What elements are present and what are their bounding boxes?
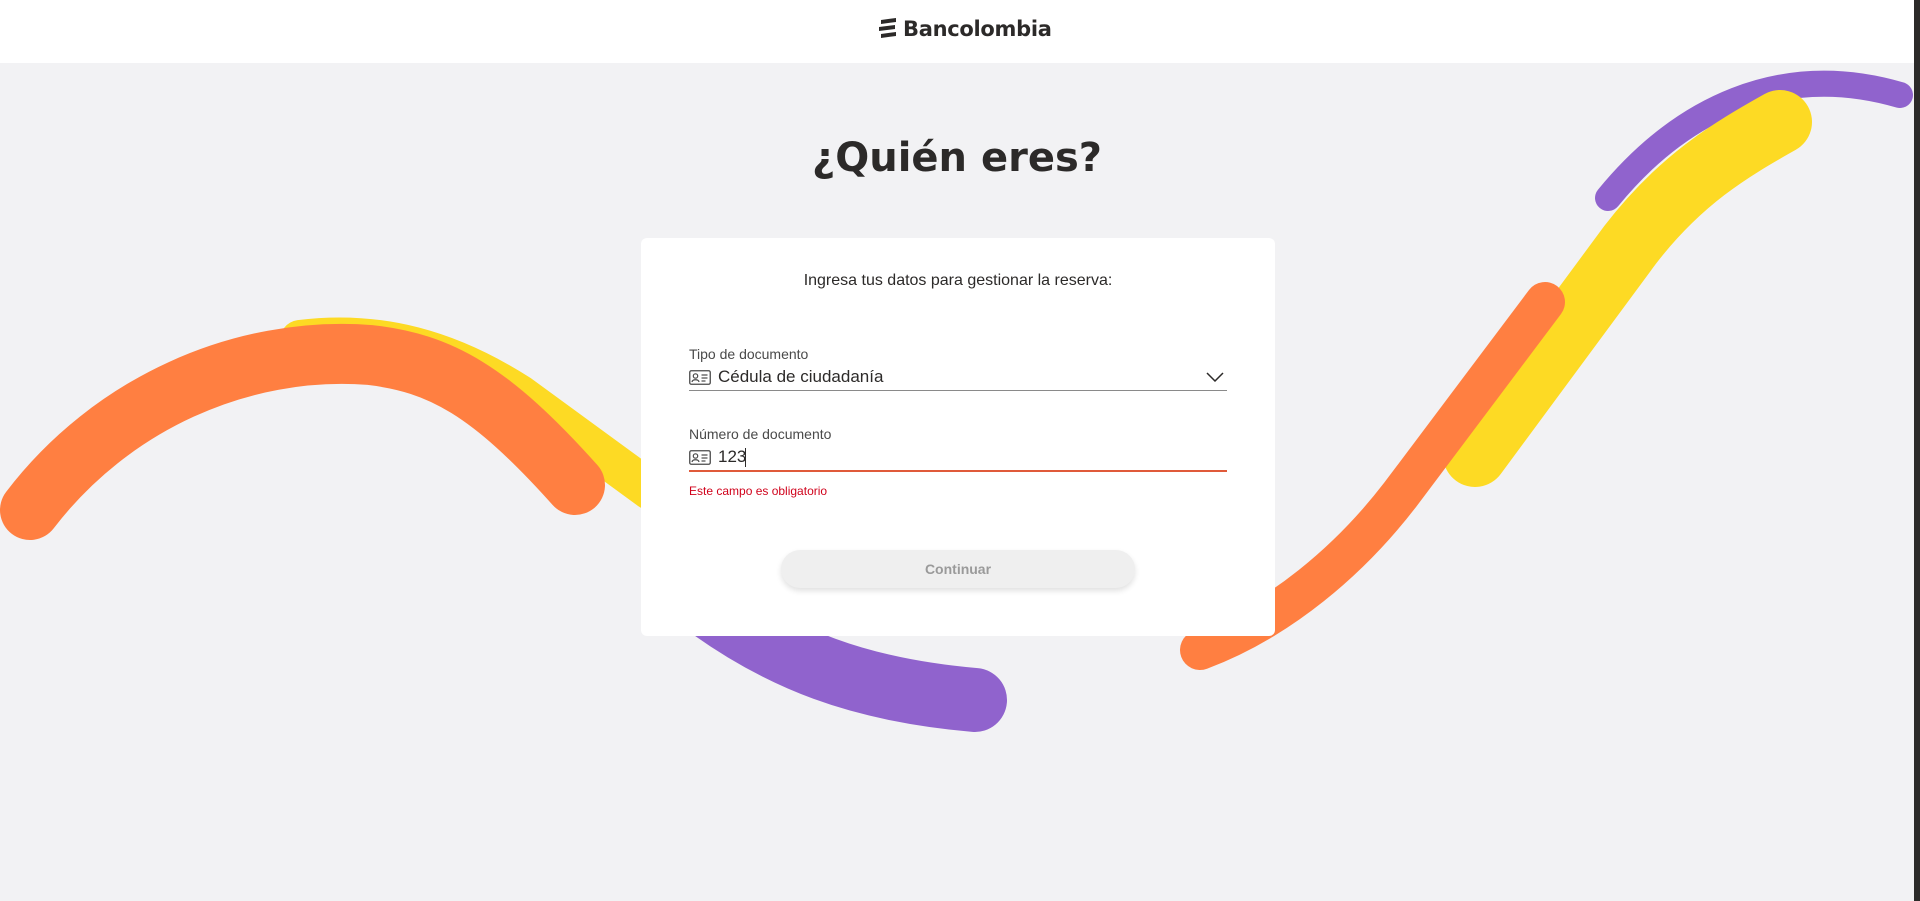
continue-button[interactable]: Continuar xyxy=(781,550,1135,588)
document-number-label: Número de documento xyxy=(689,426,832,442)
document-number-value: 123 xyxy=(718,447,747,466)
orange-ribbon-left xyxy=(0,324,605,540)
document-type-select[interactable]: Cédula de ciudadanía xyxy=(689,364,1227,391)
document-type-label: Tipo de documento xyxy=(689,346,809,362)
document-number-field: Número de documento 123 xyxy=(689,426,1227,472)
brand-name: Bancolombia xyxy=(903,17,1052,41)
document-number-row: 123 xyxy=(689,444,1227,472)
window-edge xyxy=(1914,0,1920,901)
chevron-down-icon[interactable] xyxy=(1206,371,1224,383)
bancolombia-logo-icon xyxy=(879,18,896,38)
id-card-icon xyxy=(689,449,711,465)
page-title: ¿Quién eres? xyxy=(812,135,1102,181)
intro-text: Ingresa tus datos para gestionar la rese… xyxy=(803,272,1113,289)
identification-card: Ingresa tus datos para gestionar la rese… xyxy=(641,238,1275,636)
document-number-input[interactable]: 123 xyxy=(718,447,1227,467)
brand-logo[interactable]: Bancolombia xyxy=(878,17,1052,41)
top-header: Bancolombia xyxy=(0,0,1914,63)
page: Bancolombia ¿Quién eres? Ingresa tus dat… xyxy=(0,0,1920,901)
document-number-error: Este campo es obligatorio xyxy=(689,484,828,498)
id-card-icon xyxy=(689,369,711,385)
document-type-value: Cédula de ciudadanía xyxy=(718,367,884,386)
text-cursor xyxy=(745,447,747,467)
document-type-field: Tipo de documento Cédula de ciudadanía xyxy=(689,346,1227,391)
